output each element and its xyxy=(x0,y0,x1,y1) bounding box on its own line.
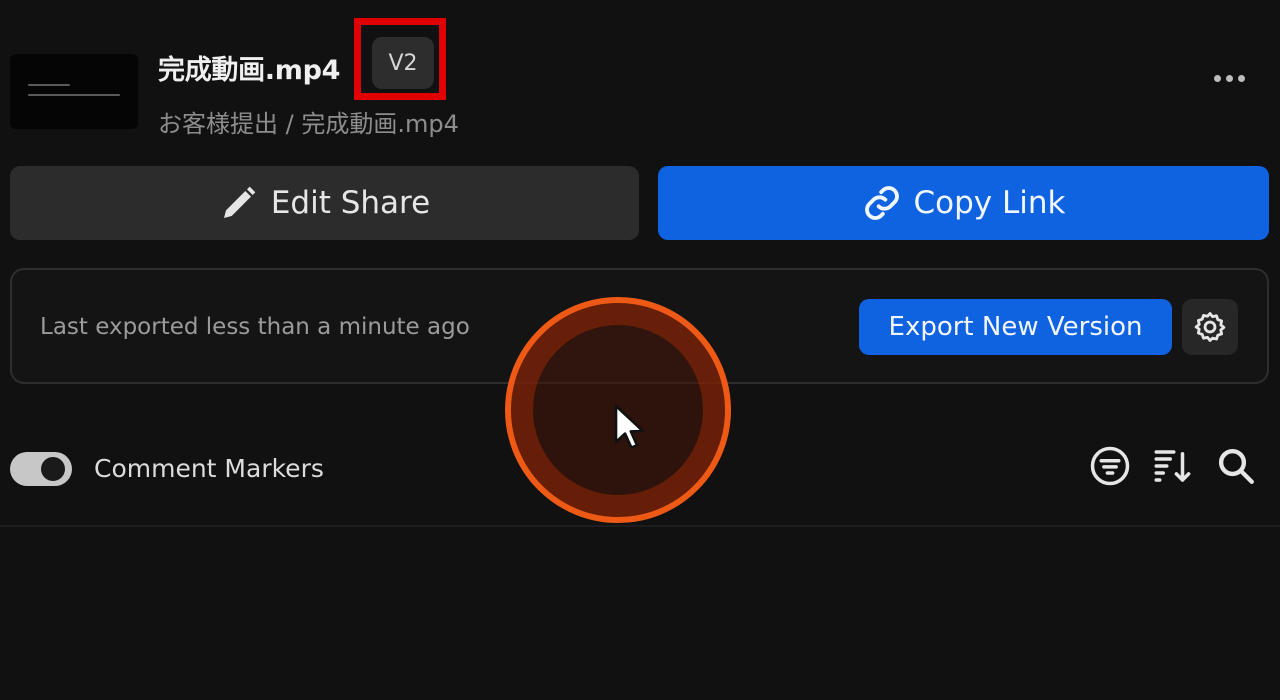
link-icon xyxy=(864,186,899,220)
export-new-version-button[interactable]: Export New Version xyxy=(859,299,1172,355)
thumbnail-text-line xyxy=(28,84,70,86)
version-highlight-box xyxy=(354,18,446,100)
toggle-knob xyxy=(41,457,65,481)
gear-icon xyxy=(1194,312,1226,342)
edit-share-label: Edit Share xyxy=(270,185,431,221)
search-icon xyxy=(1218,448,1254,484)
more-options-button[interactable] xyxy=(1206,62,1252,94)
file-thumbnail[interactable] xyxy=(10,54,138,129)
breadcrumb: お客様提出 / 完成動画.mp4 xyxy=(158,110,459,138)
more-horizontal-icon xyxy=(1213,74,1221,82)
export-settings-button[interactable] xyxy=(1182,299,1238,355)
filter-button[interactable] xyxy=(1088,444,1132,488)
edit-share-button[interactable]: Edit Share xyxy=(10,166,639,240)
section-divider xyxy=(0,525,1280,527)
filter-icon xyxy=(1090,446,1130,486)
mouse-cursor-icon xyxy=(614,404,645,449)
pencil-icon xyxy=(223,186,256,218)
export-status-text: Last exported less than a minute ago xyxy=(40,314,470,340)
sort-icon xyxy=(1154,450,1191,482)
more-horizontal-icon xyxy=(1225,74,1233,82)
comment-markers-label: Comment Markers xyxy=(94,454,324,483)
file-title: 完成動画.mp4 xyxy=(158,55,341,86)
comment-markers-toggle[interactable] xyxy=(10,452,72,486)
more-horizontal-icon xyxy=(1237,74,1245,82)
thumbnail-text-line xyxy=(28,94,120,96)
sort-button[interactable] xyxy=(1150,444,1194,488)
copy-link-button[interactable]: Copy Link xyxy=(658,166,1269,240)
search-button[interactable] xyxy=(1214,444,1258,488)
copy-link-label: Copy Link xyxy=(913,185,1066,221)
